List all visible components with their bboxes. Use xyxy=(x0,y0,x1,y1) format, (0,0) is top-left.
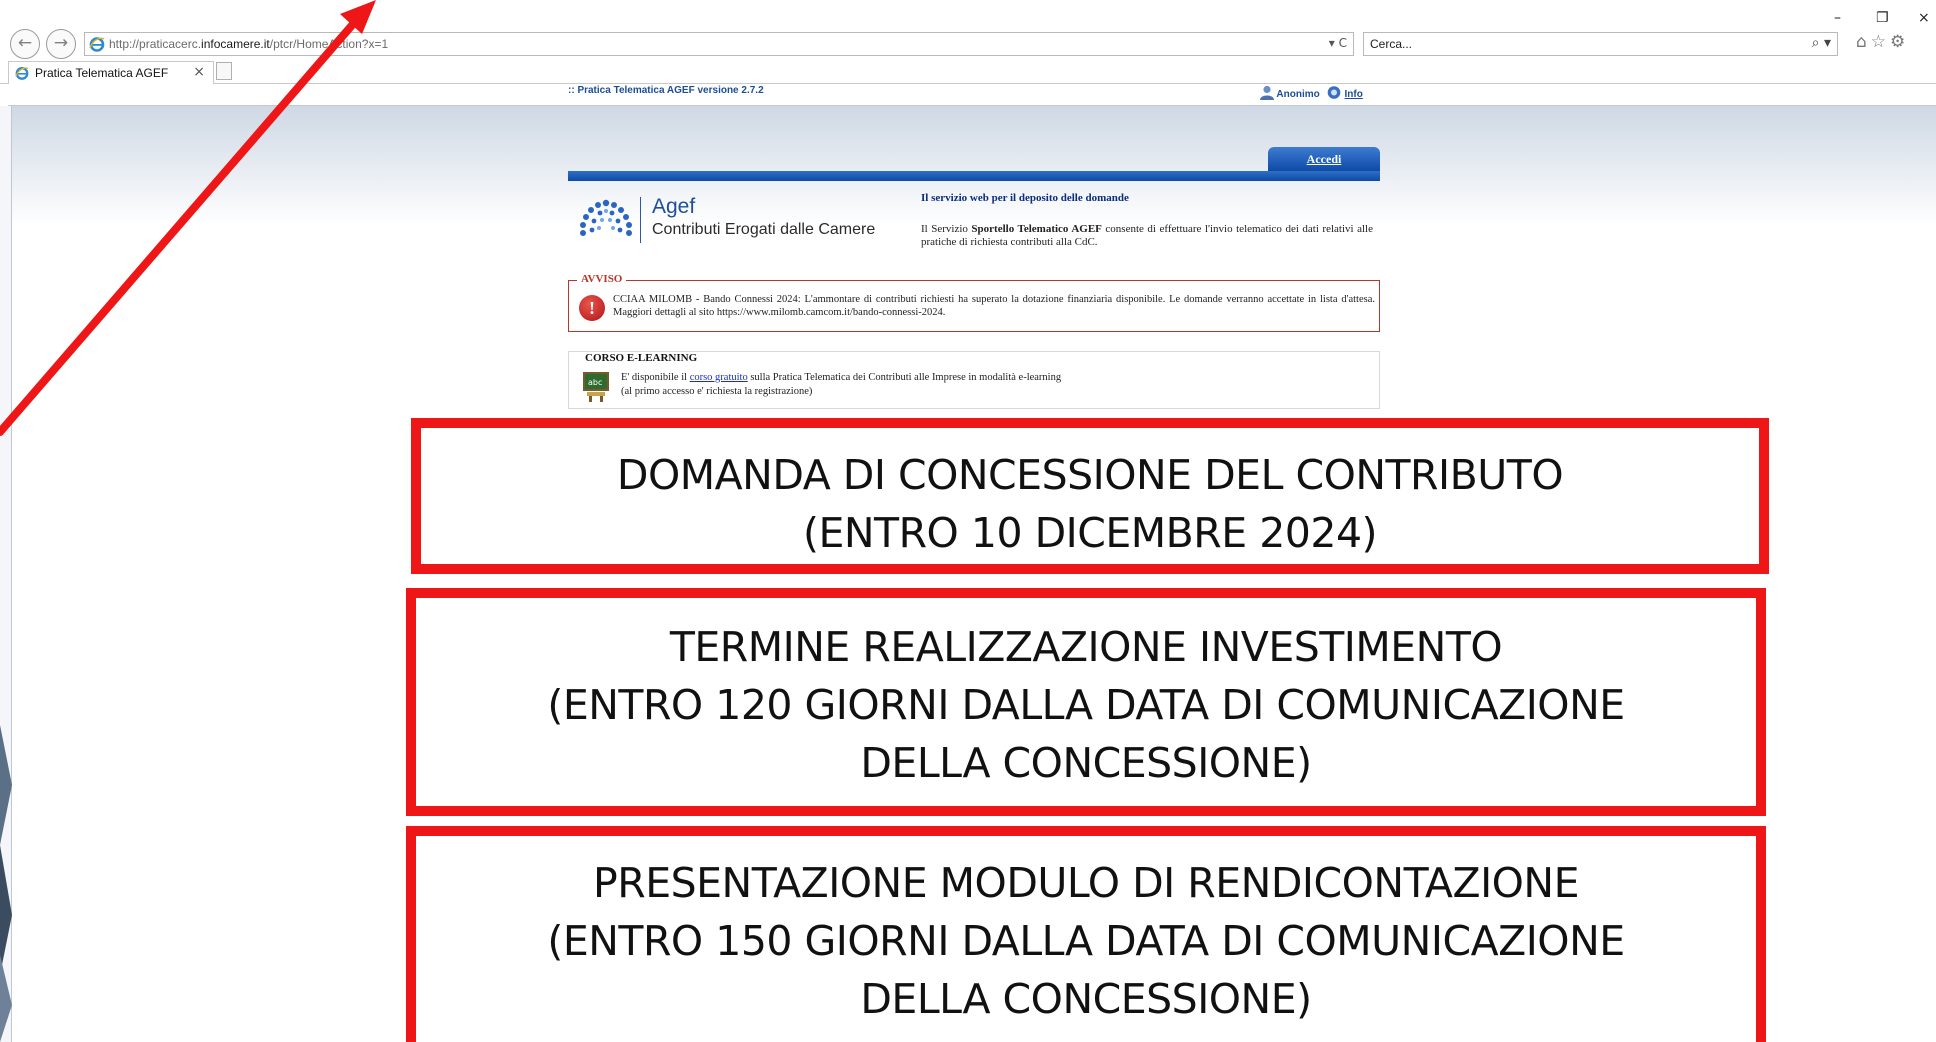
search-icon[interactable]: ⌕ ▾ xyxy=(1812,35,1831,51)
box-line: (ENTRO 10 DICEMBRE 2024) xyxy=(802,509,1378,557)
svg-text:abc: abc xyxy=(588,378,602,387)
corso-gratuito-link[interactable]: corso gratuito xyxy=(690,372,748,383)
box-line: DOMANDA DI CONCESSIONE DEL CONTRIBUTO xyxy=(616,451,1564,499)
corso-text: E' disponibile il corso gratuito sulla P… xyxy=(621,372,1062,397)
box-line: (ENTRO 120 GIORNI DALLA DATA DI COMUNICA… xyxy=(547,681,1625,729)
deadline-box-rendicontazione: PRESENTAZIONE MODULO DI RENDICONTAZIONE … xyxy=(406,826,1766,1042)
home-favorites-settings-icons[interactable]: ⌂☆⚙ xyxy=(1856,32,1909,52)
deadline-box-investimento: TERMINE REALIZZAZIONE INVESTIMENTO (ENTR… xyxy=(406,588,1766,816)
service-description: Il Servizio Sportello Telematico AGEF co… xyxy=(921,223,1373,248)
new-tab-button[interactable] xyxy=(216,62,232,80)
user-name: Anonimo xyxy=(1276,89,1320,100)
internet-explorer-icon xyxy=(89,37,105,52)
corso-title: CORSO E-LEARNING xyxy=(585,352,698,364)
logo-name: Agef xyxy=(652,195,696,218)
tab-close-icon[interactable]: × xyxy=(193,64,205,80)
box-line: DELLA CONCESSIONE) xyxy=(860,739,1312,787)
logo-divider xyxy=(640,197,641,243)
box-line: TERMINE REALIZZAZIONE INVESTIMENTO xyxy=(669,623,1503,671)
tab-title: Pratica Telematica AGEF xyxy=(35,66,169,80)
browser-toolbar: ← → http://praticacerc.infocamere.it/ptc… xyxy=(0,0,1936,59)
info-icon[interactable] xyxy=(1327,85,1341,100)
search-placeholder: Cerca... xyxy=(1370,37,1413,51)
warning-icon: ! xyxy=(579,295,605,321)
deadline-box-domanda: DOMANDA DI CONCESSIONE DEL CONTRIBUTO (E… xyxy=(411,418,1769,574)
search-input[interactable]: Cerca... ⌕ ▾ xyxy=(1363,32,1838,56)
close-window-icon[interactable]: × xyxy=(1918,10,1930,26)
address-bar[interactable]: http://praticacerc.infocamere.it/ptcr/Ho… xyxy=(84,32,1354,56)
blackboard-icon: abc xyxy=(583,372,609,402)
screenshot: ← → http://praticacerc.infocamere.it/ptc… xyxy=(0,0,1936,1042)
app-version: :: Pratica Telematica AGEF versione 2.7.… xyxy=(568,85,764,96)
box-line: PRESENTAZIONE MODULO DI RENDICONTAZIONE xyxy=(592,859,1580,907)
box-line: DELLA CONCESSIONE) xyxy=(860,975,1312,1023)
accedi-button[interactable]: Accedi xyxy=(1268,147,1380,171)
agef-dots-logo-icon xyxy=(580,199,632,236)
corso-elearning-box: CORSO E-LEARNING abc E' disponibile il c… xyxy=(568,351,1380,409)
agef-logo: Agef Contributi Erogati dalle Camere xyxy=(576,195,906,255)
browser-tab[interactable]: Pratica Telematica AGEF × xyxy=(8,61,214,84)
back-arrow-icon: ← xyxy=(17,33,33,53)
forward-arrow-icon: → xyxy=(53,33,69,53)
header-divider xyxy=(8,105,1936,106)
tab-strip: Pratica Telematica AGEF × xyxy=(0,60,1936,84)
avviso-text: CCIAA MILOMB - Bando Connessi 2024: L'am… xyxy=(613,294,1375,318)
refresh-icon[interactable]: ▾ C xyxy=(1329,36,1347,50)
header-blue-bar xyxy=(568,171,1380,181)
info-link[interactable]: Info xyxy=(1345,89,1363,100)
url-text: http://praticacerc.infocamere.it/ptcr/Ho… xyxy=(109,37,389,51)
tab-ie-icon xyxy=(15,67,29,80)
box-line: (ENTRO 150 GIORNI DALLA DATA DI COMUNICA… xyxy=(547,917,1625,965)
user-icon xyxy=(1260,85,1274,100)
avviso-box: AVVISO ! CCIAA MILOMB - Bando Connessi 2… xyxy=(568,273,1380,332)
logo-subtitle: Contributi Erogati dalle Camere xyxy=(652,221,876,238)
left-decoration xyxy=(0,725,12,1042)
restore-icon[interactable]: ❐ xyxy=(1876,10,1889,26)
back-button[interactable]: ← xyxy=(10,29,40,59)
minimize-icon[interactable]: – xyxy=(1834,10,1841,26)
forward-button[interactable]: → xyxy=(46,29,76,59)
header-gradient xyxy=(8,106,1936,226)
avviso-legend: AVVISO xyxy=(577,273,627,285)
service-title: Il servizio web per il deposito delle do… xyxy=(921,192,1129,204)
user-area: Anonimo Info xyxy=(1260,85,1363,100)
